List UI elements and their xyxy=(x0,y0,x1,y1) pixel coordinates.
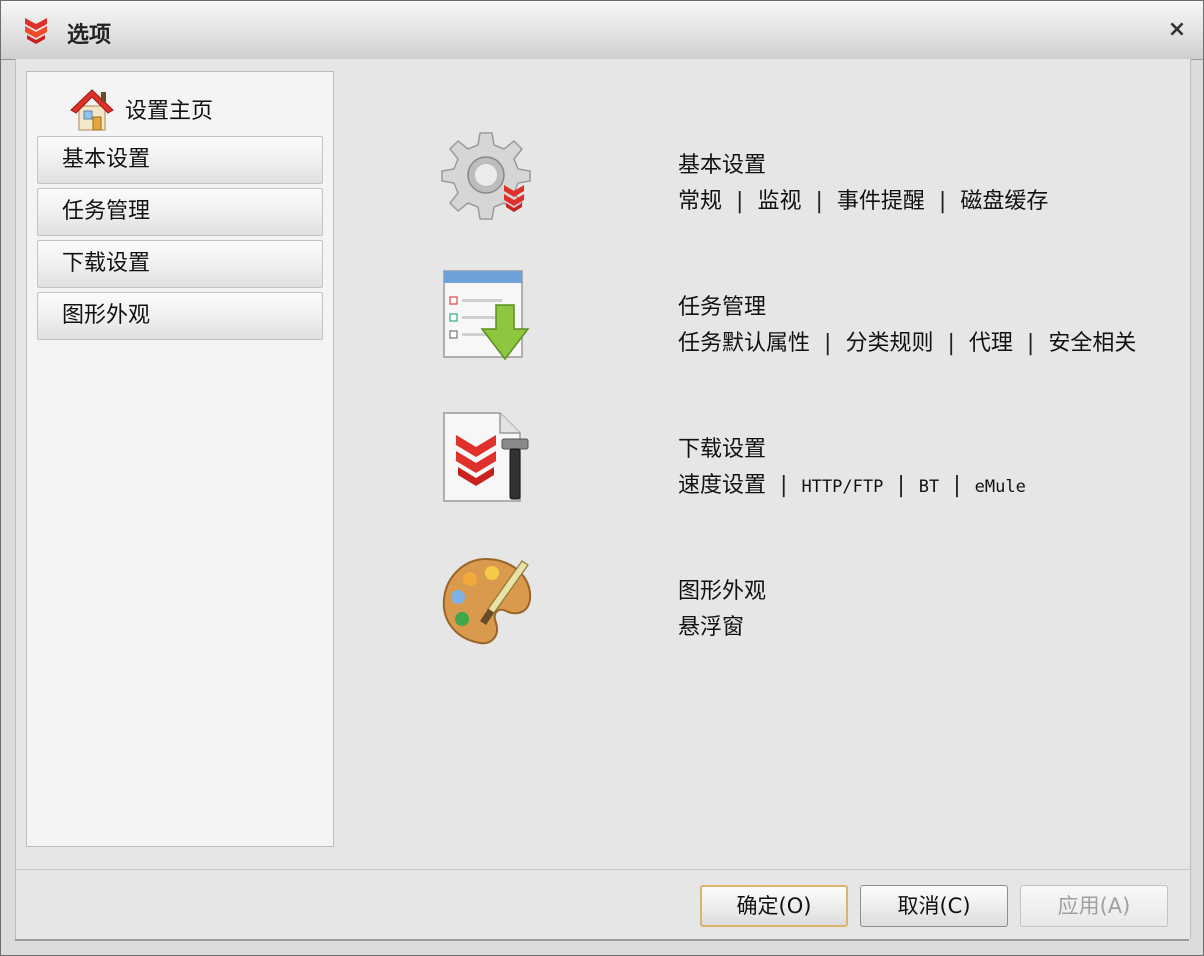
app-logo-icon xyxy=(25,18,47,44)
link-separator: | xyxy=(1026,331,1035,356)
link-disk-cache[interactable]: 磁盘缓存 xyxy=(960,189,1048,214)
options-dialog: 选项 × 设置主页 基本设置 任务管理 下载设置 图形外观 基本设置 常规 | … xyxy=(0,0,1204,956)
link-separator: | xyxy=(815,189,823,214)
link-bt[interactable]: BT xyxy=(919,477,939,497)
apply-button[interactable]: 应用(A) xyxy=(1020,885,1168,927)
link-emule[interactable]: eMule xyxy=(975,477,1026,497)
link-task-default-properties[interactable]: 任务默认属性 xyxy=(678,331,810,356)
close-button[interactable]: × xyxy=(1163,16,1191,44)
window-bottom-border xyxy=(15,939,1189,941)
title-bar[interactable]: 选项 × xyxy=(1,1,1203,60)
link-separator: | xyxy=(938,189,947,214)
sidebar-item-basic-settings[interactable]: 基本设置 xyxy=(37,136,323,184)
section-links: 速度设置 | HTTP/FTP | BT | eMule xyxy=(678,467,1026,499)
task-list-download-icon xyxy=(443,270,530,361)
link-general[interactable]: 常规 xyxy=(678,189,722,214)
link-security[interactable]: 安全相关 xyxy=(1048,331,1136,356)
link-floating-window[interactable]: 悬浮窗 xyxy=(678,615,744,640)
sidebar-item-home[interactable]: 设置主页 xyxy=(67,82,213,136)
link-separator: | xyxy=(947,331,955,356)
link-proxy[interactable]: 代理 xyxy=(969,331,1013,356)
window-title: 选项 xyxy=(67,23,112,48)
section-title[interactable]: 图形外观 xyxy=(678,573,766,605)
link-event-reminder[interactable]: 事件提醒 xyxy=(837,189,925,214)
section-links: 任务默认属性 | 分类规则 | 代理 | 安全相关 xyxy=(678,325,1136,357)
link-separator: | xyxy=(780,473,788,498)
link-http-ftp[interactable]: HTTP/FTP xyxy=(801,477,883,497)
ok-button[interactable]: 确定(O) xyxy=(700,885,848,927)
dialog-body: 设置主页 基本设置 任务管理 下载设置 图形外观 基本设置 常规 | 监视 | … xyxy=(15,59,1191,939)
link-separator: | xyxy=(824,331,832,356)
sidebar-item-appearance[interactable]: 图形外观 xyxy=(37,292,323,340)
section-links: 常规 | 监视 | 事件提醒 | 磁盘缓存 xyxy=(678,183,1048,215)
section-links: 悬浮窗 xyxy=(678,609,744,641)
gear-icon xyxy=(441,132,531,220)
sidebar-item-download-settings[interactable]: 下载设置 xyxy=(37,240,323,288)
house-icon xyxy=(70,89,114,131)
footer-divider xyxy=(16,869,1190,870)
link-category-rules[interactable]: 分类规则 xyxy=(845,331,933,356)
close-icon: × xyxy=(1167,17,1187,42)
home-label: 设置主页 xyxy=(125,99,214,124)
cancel-button[interactable]: 取消(C) xyxy=(860,885,1008,927)
link-speed-settings[interactable]: 速度设置 xyxy=(678,473,766,498)
sidebar: 设置主页 基本设置 任务管理 下载设置 图形外观 xyxy=(26,71,334,847)
download-tool-icon xyxy=(443,412,529,502)
link-monitor[interactable]: 监视 xyxy=(757,189,801,214)
section-title[interactable]: 下载设置 xyxy=(678,431,766,463)
section-title[interactable]: 任务管理 xyxy=(678,289,766,321)
link-separator: | xyxy=(953,473,961,498)
main-panel: 基本设置 常规 | 监视 | 事件提醒 | 磁盘缓存 任务管理 任务默认属性 |… xyxy=(346,59,1190,859)
section-title[interactable]: 基本设置 xyxy=(678,147,766,179)
palette-icon xyxy=(442,557,532,645)
link-separator: | xyxy=(736,189,744,214)
sidebar-item-task-management[interactable]: 任务管理 xyxy=(37,188,323,236)
link-separator: | xyxy=(897,473,905,498)
